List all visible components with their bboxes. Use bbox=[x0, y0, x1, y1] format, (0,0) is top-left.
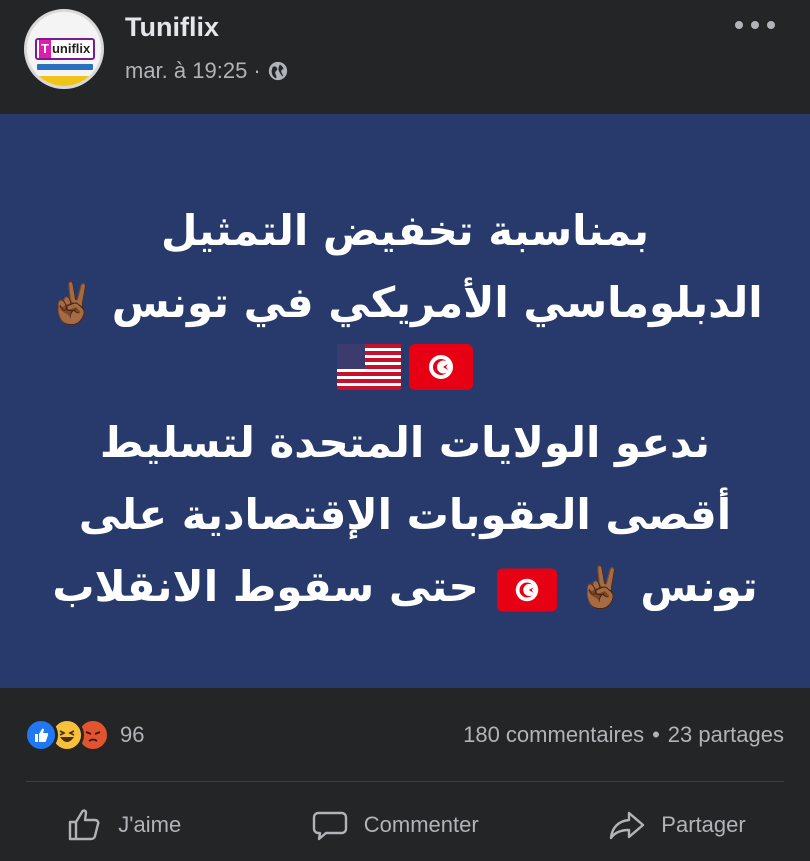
like-reaction-icon bbox=[24, 718, 58, 752]
avatar-logo-band bbox=[27, 76, 101, 86]
avatar-logo: Tuniflix bbox=[35, 38, 95, 60]
comments-count-link[interactable]: 180 commentaires bbox=[463, 722, 644, 748]
stats-separator: • bbox=[652, 722, 660, 747]
meta-separator: · bbox=[253, 58, 261, 83]
like-button-label: J'aime bbox=[118, 812, 182, 837]
page-avatar[interactable]: Tuniflix bbox=[24, 9, 104, 89]
post-text-line-2: الدبلوماسي الأمريكي في تونس ✌🏾 bbox=[0, 278, 810, 327]
post-image[interactable]: بمناسبة تخفيض التمثيل الدبلوماسي الأمريك… bbox=[0, 114, 810, 688]
post-stats: 180 commentaires • 23 partages bbox=[463, 722, 784, 748]
post-meta: mar. à 19:25 · bbox=[125, 58, 289, 84]
post-actions-bar: J'aime Commenter Partager bbox=[0, 790, 810, 860]
share-button-label: Partager bbox=[661, 812, 746, 837]
shares-count-link[interactable]: 23 partages bbox=[668, 722, 784, 748]
more-options-icon[interactable] bbox=[735, 18, 775, 32]
post-text-line-6-end: حتى سقوط الانقلاب bbox=[52, 562, 479, 611]
victory-hand-icon: ✌🏾 bbox=[47, 281, 98, 327]
post-text-line-2-text: الدبلوماسي الأمريكي في تونس bbox=[111, 278, 763, 327]
reaction-count: 96 bbox=[120, 722, 145, 747]
like-button[interactable]: J'aime bbox=[64, 805, 181, 845]
post-text-line-6: تونس ✌🏾 حتى سقوط الانقلاب bbox=[0, 562, 810, 612]
post-text-line-1: بمناسبة تخفيض التمثيل bbox=[161, 206, 649, 255]
tunisia-flag-icon bbox=[409, 344, 473, 390]
avatar-logo-tag bbox=[37, 64, 93, 70]
share-button[interactable]: Partager bbox=[607, 805, 746, 845]
page-name[interactable]: Tuniflix bbox=[125, 12, 219, 43]
thumbs-up-icon bbox=[69, 809, 100, 841]
comment-button[interactable]: Commenter bbox=[310, 805, 479, 845]
post-header: Tuniflix Tuniflix mar. à 19:25 · bbox=[0, 0, 810, 112]
globe-icon bbox=[268, 61, 287, 81]
victory-hand-icon-2: ✌🏾 bbox=[575, 565, 626, 611]
flags-row bbox=[0, 344, 810, 390]
tunisia-flag-icon-2 bbox=[497, 567, 558, 612]
usa-flag-icon bbox=[337, 344, 401, 390]
share-arrow-icon bbox=[610, 811, 645, 840]
post-text-line-5: أقصى العقوبات الإقتصادية على bbox=[78, 490, 732, 539]
comment-icon bbox=[312, 811, 347, 841]
reactions-summary[interactable]: 96 bbox=[24, 718, 144, 752]
actions-divider bbox=[26, 781, 784, 782]
post-text-line-6-start: تونس bbox=[640, 562, 758, 611]
post-timestamp[interactable]: mar. à 19:25 bbox=[125, 58, 247, 84]
post-text-line-4: ندعو الولايات المتحدة لتسليط bbox=[99, 418, 711, 467]
comment-button-label: Commenter bbox=[363, 812, 479, 837]
